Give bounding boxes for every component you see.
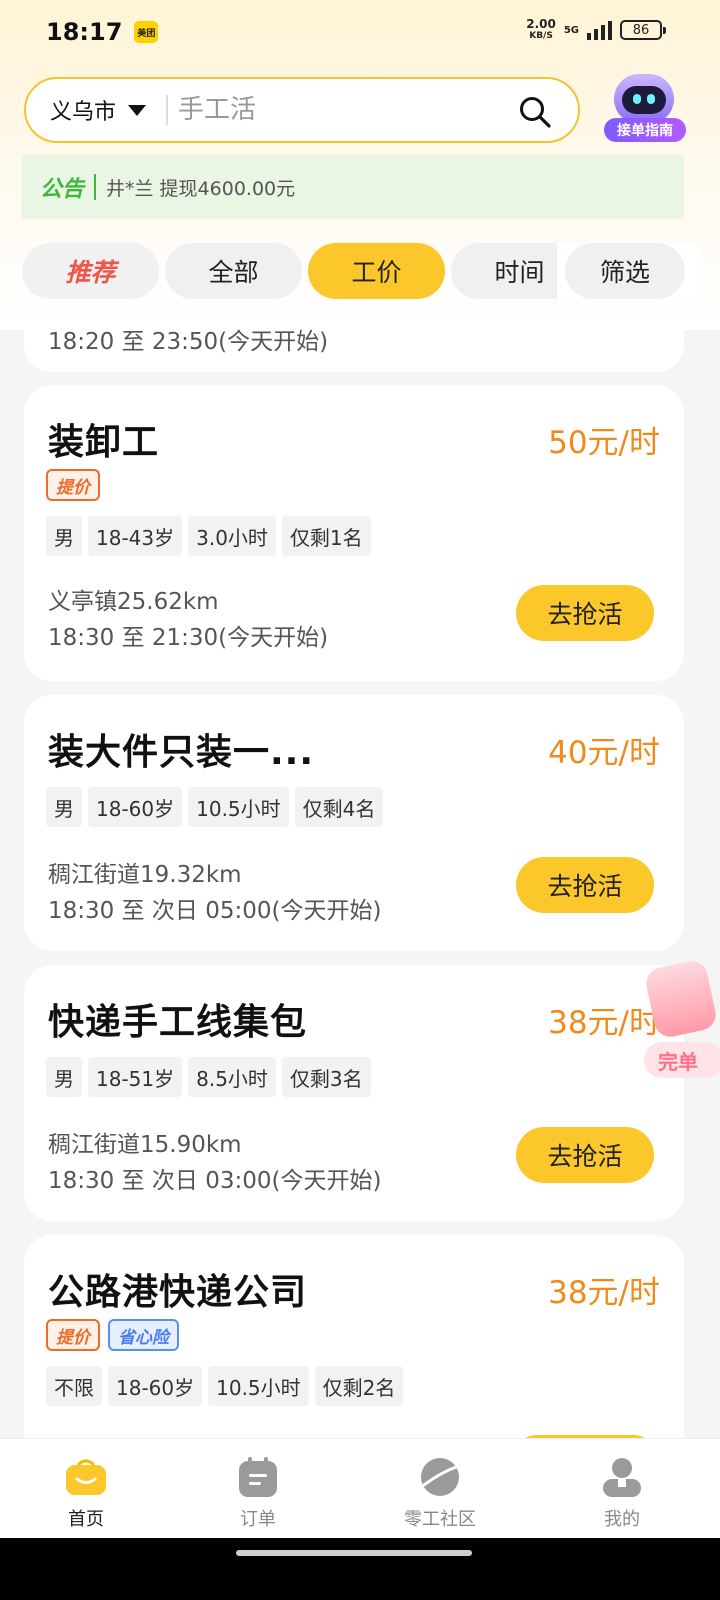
job-requirements: 男 18-43岁 3.0小时 仅剩1名 bbox=[46, 516, 371, 556]
job-title: 装大件只装一... bbox=[48, 732, 315, 773]
duration-chip: 10.5小时 bbox=[188, 787, 289, 827]
duration-chip: 8.5小时 bbox=[188, 1057, 276, 1097]
chevron-down-icon[interactable] bbox=[128, 104, 147, 116]
job-time: 18:30 至 次日 05:00(今天开始) bbox=[48, 898, 382, 924]
duration-chip: 3.0小时 bbox=[188, 516, 276, 556]
job-location: 稠江街道15.90km bbox=[48, 1132, 242, 1158]
age-chip: 18-51岁 bbox=[88, 1057, 183, 1097]
job-card[interactable]: 公路港快递公司 38元/时 提价 省心险 不限 18-60岁 10.5小时 仅剩… bbox=[24, 1235, 684, 1438]
grab-job-button[interactable]: 去抢活 bbox=[516, 1127, 654, 1183]
grab-job-button[interactable]: 去抢活 bbox=[516, 585, 654, 641]
remaining-chip: 仅剩2名 bbox=[314, 1366, 404, 1406]
gesture-bar bbox=[0, 1538, 720, 1600]
net-speed-value: 2.00 bbox=[526, 17, 556, 31]
tab-recommended[interactable]: 推荐 bbox=[22, 243, 159, 299]
home-bag-icon bbox=[66, 1459, 106, 1495]
nav-orders[interactable]: 订单 bbox=[188, 1439, 328, 1539]
job-price: 50元/时 bbox=[548, 425, 660, 461]
job-requirements: 男 18-51岁 8.5小时 仅剩3名 bbox=[46, 1057, 371, 1097]
job-badges: 提价 bbox=[46, 469, 100, 501]
filter-container: 筛选 bbox=[557, 243, 698, 299]
nav-home-label: 首页 bbox=[68, 1509, 104, 1530]
duration-chip: 10.5小时 bbox=[208, 1366, 309, 1406]
community-planet-icon bbox=[421, 1458, 459, 1496]
announcement-text: 井*兰 提现4600.00元 bbox=[106, 177, 296, 200]
tab-price[interactable]: 工价 bbox=[308, 243, 445, 299]
gender-chip: 不限 bbox=[46, 1366, 102, 1406]
insurance-badge: 省心险 bbox=[108, 1319, 179, 1351]
age-chip: 18-60岁 bbox=[108, 1366, 203, 1406]
nav-home[interactable]: 首页 bbox=[16, 1439, 156, 1539]
job-price: 40元/时 bbox=[548, 735, 660, 771]
age-chip: 18-43岁 bbox=[88, 516, 183, 556]
announcement-divider bbox=[94, 174, 97, 200]
search-icon[interactable] bbox=[518, 95, 552, 129]
job-location: 稠江街道19.32km bbox=[48, 862, 242, 888]
job-title: 快递手工线集包 bbox=[48, 1002, 308, 1043]
job-badges: 提价 省心险 bbox=[46, 1319, 179, 1351]
job-time: 18:20 至 23:50(今天开始) bbox=[48, 329, 329, 355]
announcement-bar[interactable]: 公告 井*兰 提现4600.00元 bbox=[22, 155, 684, 219]
announcement-tag: 公告 bbox=[40, 177, 85, 202]
job-card[interactable]: 18:20 至 23:50(今天开始) bbox=[24, 318, 684, 372]
raise-badge: 提价 bbox=[46, 469, 100, 501]
completion-promo[interactable]: 完单 bbox=[642, 958, 720, 1090]
network-type: 5G bbox=[563, 24, 579, 36]
sort-tabs: 推荐 全部 工价 时间 筛选 bbox=[22, 243, 698, 299]
job-time: 18:30 至 21:30(今天开始) bbox=[48, 625, 329, 651]
home-indicator[interactable] bbox=[236, 1550, 472, 1556]
signal-icon bbox=[587, 20, 612, 40]
nav-orders-label: 订单 bbox=[240, 1509, 276, 1530]
job-card[interactable]: 装大件只装一... 40元/时 男 18-60岁 10.5小时 仅剩4名 稠江街… bbox=[24, 695, 684, 951]
battery-level: 86 bbox=[632, 22, 650, 38]
gift-icon bbox=[643, 958, 719, 1040]
raise-badge: 提价 bbox=[46, 1319, 100, 1351]
remaining-chip: 仅剩4名 bbox=[294, 787, 384, 827]
job-title: 装卸工 bbox=[48, 422, 160, 463]
nav-community-label: 零工社区 bbox=[404, 1509, 476, 1530]
order-icon bbox=[239, 1457, 277, 1497]
tab-filter[interactable]: 筛选 bbox=[565, 243, 685, 299]
nav-community[interactable]: 零工社区 bbox=[370, 1439, 510, 1539]
remaining-chip: 仅剩1名 bbox=[281, 516, 371, 556]
grab-job-button[interactable]: 去抢活 bbox=[516, 857, 654, 913]
job-time: 18:30 至 次日 03:00(今天开始) bbox=[48, 1168, 382, 1194]
gender-chip: 男 bbox=[46, 1057, 82, 1097]
search-divider bbox=[166, 95, 169, 125]
net-speed: 2.00 KB/S bbox=[526, 18, 556, 42]
nav-profile[interactable]: 我的 bbox=[552, 1439, 692, 1539]
age-chip: 18-60岁 bbox=[88, 787, 183, 827]
bottom-nav: 首页 订单 零工社区 我的 bbox=[0, 1438, 720, 1538]
job-card[interactable]: 装卸工 50元/时 提价 男 18-43岁 3.0小时 仅剩1名 义亭镇25.6… bbox=[24, 385, 684, 681]
status-indicators: 2.00 KB/S 5G 86 bbox=[526, 18, 666, 42]
search-input[interactable] bbox=[178, 95, 509, 125]
job-price: 38元/时 bbox=[548, 1275, 660, 1311]
status-bar: 18:17 美团 2.00 KB/S 5G 86 bbox=[0, 0, 720, 64]
job-requirements: 男 18-60岁 10.5小时 仅剩4名 bbox=[46, 787, 384, 827]
order-guide-button[interactable]: 接单指南 bbox=[604, 72, 686, 148]
job-requirements: 不限 18-60岁 10.5小时 仅剩2名 bbox=[46, 1366, 404, 1406]
net-speed-unit: KB/S bbox=[529, 31, 553, 41]
battery-icon: 86 bbox=[620, 20, 666, 40]
gender-chip: 男 bbox=[46, 516, 82, 556]
job-card[interactable]: 快递手工线集包 38元/时 男 18-51岁 8.5小时 仅剩3名 稠江街道15… bbox=[24, 965, 684, 1221]
job-list[interactable]: 18:20 至 23:50(今天开始) 装卸工 50元/时 提价 男 18-43… bbox=[0, 318, 720, 1438]
tab-all[interactable]: 全部 bbox=[165, 243, 302, 299]
completion-promo-label: 完单 bbox=[644, 1042, 720, 1078]
job-location: 义亭镇25.62km bbox=[48, 589, 219, 615]
order-guide-label: 接单指南 bbox=[604, 118, 686, 142]
app-notification-icon: 美团 bbox=[134, 21, 159, 43]
remaining-chip: 仅剩3名 bbox=[281, 1057, 371, 1097]
robot-icon bbox=[614, 74, 674, 124]
profile-icon bbox=[603, 1458, 641, 1497]
search-bar[interactable]: 义乌市 bbox=[24, 77, 580, 143]
nav-profile-label: 我的 bbox=[604, 1509, 640, 1530]
job-title: 公路港快递公司 bbox=[48, 1272, 308, 1313]
city-selector[interactable]: 义乌市 bbox=[50, 94, 116, 126]
status-time: 18:17 bbox=[46, 18, 123, 46]
gender-chip: 男 bbox=[46, 787, 82, 827]
